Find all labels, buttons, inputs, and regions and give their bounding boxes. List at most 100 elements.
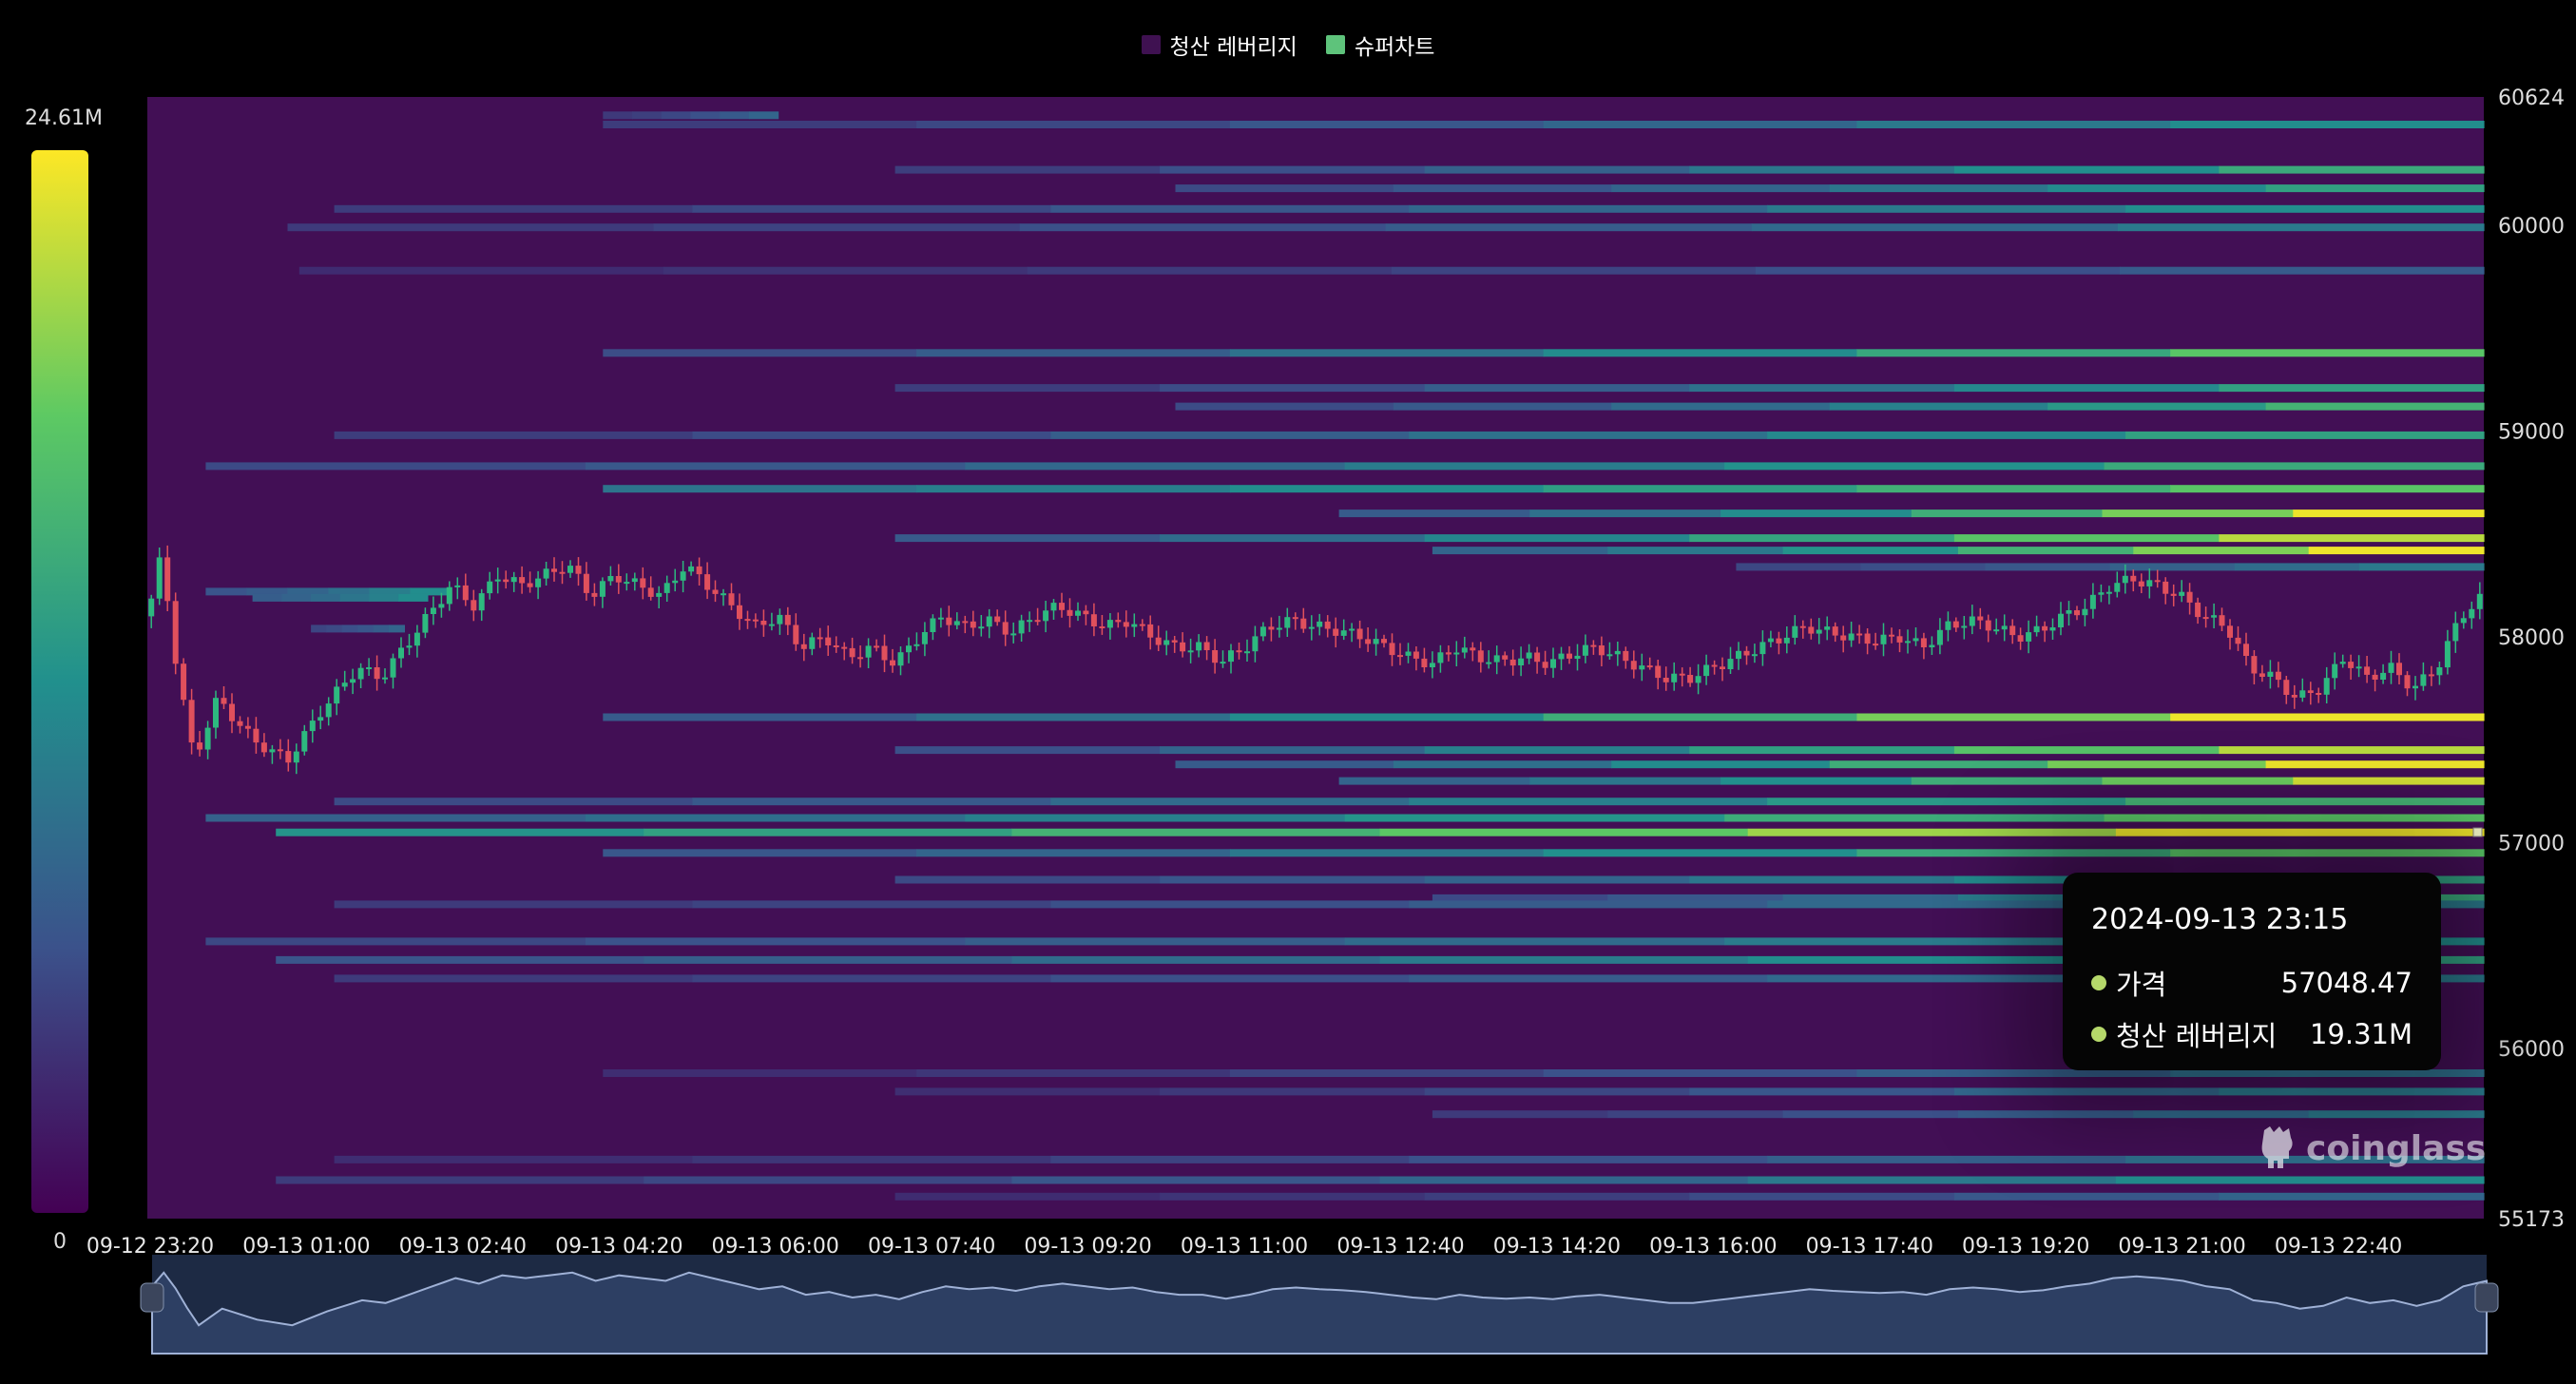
candle-body-250 <box>2163 581 2169 594</box>
range-navigator[interactable] <box>140 1255 2499 1355</box>
candle-body-84 <box>825 637 832 645</box>
candle-body-280 <box>2404 675 2411 689</box>
y-tick-label-4: 57000 <box>2498 833 2565 856</box>
heatmap-band-32-seg-3 <box>1379 955 1749 964</box>
heatmap-band-5-seg-2 <box>1019 223 1387 232</box>
candle-body-240 <box>2082 608 2088 616</box>
candle-body-92 <box>890 660 895 666</box>
y-tick-label-6: 55173 <box>2498 1208 2565 1232</box>
candle-body-278 <box>2388 663 2394 673</box>
candle-body-5 <box>188 700 195 743</box>
heatmap-band-34-seg-1 <box>916 1069 1231 1077</box>
coinglass-watermark: coinglass <box>2257 1124 2486 1172</box>
navigator-right-handle[interactable] <box>2474 1282 2499 1313</box>
heatmap-band-8-seg-3 <box>1689 384 1955 393</box>
heatmap-band-12-seg-1 <box>916 485 1231 493</box>
candle-body-184 <box>1630 661 1637 670</box>
heatmap-band-18-seg-1 <box>281 593 312 602</box>
candle-body-34 <box>422 614 429 633</box>
candle-body-123 <box>1139 624 1145 626</box>
candle-body-73 <box>737 605 742 620</box>
heatmap-band-13-seg-3 <box>1911 509 2104 518</box>
heatmap-band-20-seg-4 <box>1856 713 2171 721</box>
candle-body-90 <box>874 645 880 648</box>
heatmap-band-19-seg-3 <box>357 625 375 633</box>
tooltip-row-price: 가격 57048.47 <box>2091 963 2413 1003</box>
heatmap-band-21-seg-5 <box>2219 746 2485 755</box>
legend-item-liquidation[interactable]: 청산 레버리지 <box>1141 29 1298 61</box>
candle-body-49 <box>543 568 549 579</box>
candle-body-15 <box>269 749 276 753</box>
candle-body-165 <box>1477 650 1484 663</box>
heatmap-band-20-seg-5 <box>2170 713 2485 721</box>
candle-body-218 <box>1905 641 1911 644</box>
candle-body-122 <box>1131 624 1138 627</box>
heatmap-band-1-seg-2 <box>1229 121 1545 128</box>
heatmap-band-35-seg-0 <box>894 1087 1161 1096</box>
candle-body-58 <box>615 576 622 583</box>
candle-body-67 <box>688 566 695 572</box>
candle-body-108 <box>1018 620 1025 634</box>
candle-body-193 <box>1703 664 1710 677</box>
heatmap-band-38-seg-5 <box>2115 1176 2485 1184</box>
legend-item-superchart[interactable]: 슈퍼차트 <box>1325 29 1434 61</box>
heatmap-band-36-seg-5 <box>2308 1110 2485 1119</box>
candle-body-93 <box>897 652 904 666</box>
heatmap-band-6-seg-5 <box>2120 266 2485 275</box>
heatmap-band-22-seg-5 <box>2265 760 2485 769</box>
candle-body-164 <box>1470 647 1476 651</box>
heatmap-band-11-seg-5 <box>2104 462 2485 471</box>
candle-body-130 <box>1196 642 1202 651</box>
heatmap-band-18-seg-3 <box>339 593 371 602</box>
heatmap-band-14-seg-1 <box>1160 534 1426 543</box>
tooltip-liquidation-value: 19.31M <box>2309 1018 2413 1050</box>
candle-body-232 <box>2017 635 2024 642</box>
heatmap-band-4-seg-1 <box>692 204 1051 213</box>
heatmap-band-32-seg-0 <box>276 955 644 964</box>
candle-body-179 <box>1590 644 1597 647</box>
heatmap-band-3-seg-3 <box>1829 184 2048 193</box>
candle-body-62 <box>647 587 654 597</box>
heatmap-band-12-seg-2 <box>1229 485 1545 493</box>
candle-body-168 <box>1502 655 1509 660</box>
heatmap-band-5-seg-0 <box>287 223 655 232</box>
heatmap-band-27-seg-5 <box>2170 849 2485 857</box>
candle-body-225 <box>1961 625 1968 628</box>
navigator-left-handle[interactable] <box>140 1282 164 1313</box>
candle-body-28 <box>374 667 380 680</box>
candle-body-216 <box>1889 634 1894 637</box>
candle-body-2 <box>164 557 171 602</box>
heatmap-band-18-seg-0 <box>252 593 282 602</box>
candle-body-26 <box>357 667 364 680</box>
heatmap-band-13-seg-0 <box>1338 509 1530 518</box>
candle-body-64 <box>663 583 670 593</box>
legend-label-liquidation: 청산 레버리지 <box>1169 35 1298 60</box>
candle-body-23 <box>334 686 340 704</box>
heatmap-band-19-seg-1 <box>326 625 343 633</box>
candle-body-127 <box>1171 640 1178 643</box>
candle-body-287 <box>2460 618 2467 624</box>
candle-body-154 <box>1389 643 1395 656</box>
heatmap-band-30-seg-3 <box>1409 900 1768 909</box>
candle-body-0 <box>148 598 155 617</box>
candle-body-48 <box>535 578 542 587</box>
liquidation-heatmap-chart[interactable]: 6062460000590005800057000560005517309-12… <box>0 0 2576 1384</box>
heatmap-band-27-seg-1 <box>916 849 1231 857</box>
candle-body-210 <box>1840 635 1847 641</box>
candle-body-275 <box>2364 666 2371 675</box>
candle-body-150 <box>1356 628 1363 640</box>
heatmap-band-38-seg-2 <box>1011 1176 1381 1184</box>
heatmap-band-10-seg-3 <box>1409 431 1768 439</box>
heatmap-band-15-seg-3 <box>1957 547 2134 555</box>
candle-body-197 <box>1736 650 1741 660</box>
candle-body-98 <box>937 617 944 620</box>
candle-body-151 <box>1365 639 1372 644</box>
candle-body-149 <box>1349 628 1355 631</box>
heatmap-band-2-seg-3 <box>1689 165 1955 174</box>
candle-body-170 <box>1518 658 1525 665</box>
heatmap-band-9-seg-4 <box>2047 402 2267 411</box>
heatmap-band-37-seg-3 <box>1409 1155 1768 1163</box>
heatmap-band-28-seg-3 <box>1689 875 1955 884</box>
heatmap-band-28-seg-2 <box>1424 875 1690 884</box>
candle-body-242 <box>2098 592 2105 595</box>
